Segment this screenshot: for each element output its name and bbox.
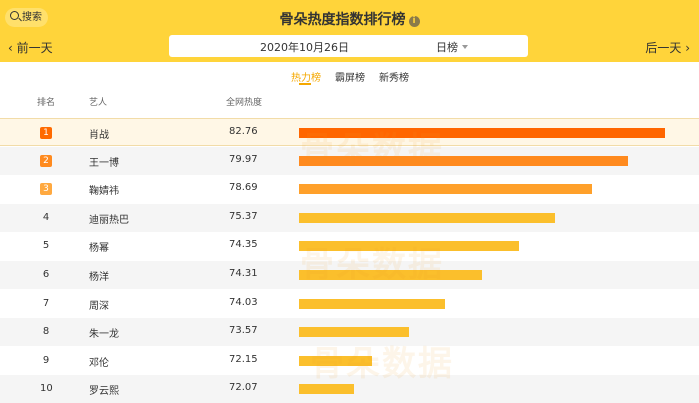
heat-score: 74.03 (229, 296, 258, 308)
column-header-rank: 排名 (37, 98, 56, 108)
table-row[interactable]: 3 鞠婧祎 78.69 (0, 175, 699, 203)
heat-score: 73.57 (229, 325, 258, 337)
date-selector[interactable]: 2020年10月26日 日榜 (169, 35, 528, 57)
tab-newcomer[interactable]: 新秀榜 (379, 69, 409, 84)
rank-number: 4 (42, 211, 50, 223)
rank-number: 1 (40, 127, 52, 139)
watermark: 骨朵数据 (300, 245, 444, 285)
period-label: 日榜 (436, 41, 458, 54)
artist-name[interactable]: 杨洋 (89, 268, 109, 283)
watermark: 骨朵数据 (300, 130, 444, 170)
table-row[interactable]: 4 迪丽热巴 75.37 (0, 203, 699, 232)
rank-number: 3 (40, 183, 52, 196)
active-tab-indicator (299, 83, 311, 85)
rank-number: 10 (40, 383, 53, 395)
info-icon[interactable]: i (408, 16, 420, 27)
rank-number: 5 (42, 240, 50, 252)
artist-name[interactable]: 肖战 (89, 126, 109, 141)
column-header-artist: 艺人 (89, 98, 108, 108)
artist-name[interactable]: 朱一龙 (89, 325, 119, 340)
heat-score: 74.31 (229, 268, 258, 279)
heat-score: 79.97 (229, 153, 258, 165)
rank-number: 9 (42, 354, 50, 366)
artist-name[interactable]: 周深 (89, 297, 109, 312)
rank-number: 7 (42, 297, 50, 309)
artist-name[interactable]: 鞠婧祎 (89, 182, 119, 197)
heat-score: 75.37 (229, 210, 258, 222)
heat-bar (299, 384, 354, 395)
tab-heat[interactable]: 热力榜 (291, 69, 321, 84)
page-title: 骨朵热度指数排行榜 i (0, 9, 699, 29)
rank-number: 6 (42, 269, 50, 280)
next-day-label: 后一天 (645, 41, 682, 55)
table-row[interactable]: 7 周深 74.03 (0, 290, 699, 318)
next-day-button[interactable]: 后一天 › (645, 39, 690, 56)
page-title-text: 骨朵热度指数排行榜 (279, 12, 406, 28)
artist-name[interactable]: 邓伦 (89, 354, 109, 369)
heat-bar (299, 184, 592, 195)
heat-score: 72.15 (229, 353, 258, 365)
artist-name[interactable]: 罗云熙 (89, 382, 119, 397)
tab-screen[interactable]: 霸屏榜 (335, 69, 365, 84)
rank-number: 8 (42, 326, 50, 338)
artist-name[interactable]: 王一博 (89, 154, 119, 169)
heat-bar (299, 298, 445, 309)
heat-score: 72.07 (229, 382, 258, 394)
header-bar: 搜索 骨朵热度指数排行榜 i ‹ 前一天 2020年10月26日 日榜 后一天 › (0, 0, 699, 62)
watermark: 骨朵数据 (310, 344, 454, 384)
artist-name[interactable]: 迪丽热巴 (89, 211, 129, 226)
heat-bar (299, 212, 555, 223)
prev-day-button[interactable]: ‹ 前一天 (8, 39, 53, 56)
ranking-tabs: 热力榜 霸屏榜 新秀榜 (0, 69, 699, 85)
heat-score: 78.69 (229, 182, 258, 194)
heat-score: 74.35 (229, 239, 258, 251)
prev-day-label: 前一天 (16, 41, 53, 55)
period-dropdown[interactable]: 日榜 (436, 39, 468, 55)
chevron-down-icon (462, 45, 468, 49)
heat-score: 82.76 (229, 126, 258, 137)
artist-name[interactable]: 杨幂 (89, 239, 109, 254)
column-header-score: 全网热度 (226, 98, 263, 108)
date-display[interactable]: 2020年10月26日 (260, 39, 349, 55)
rank-number: 2 (40, 154, 52, 167)
